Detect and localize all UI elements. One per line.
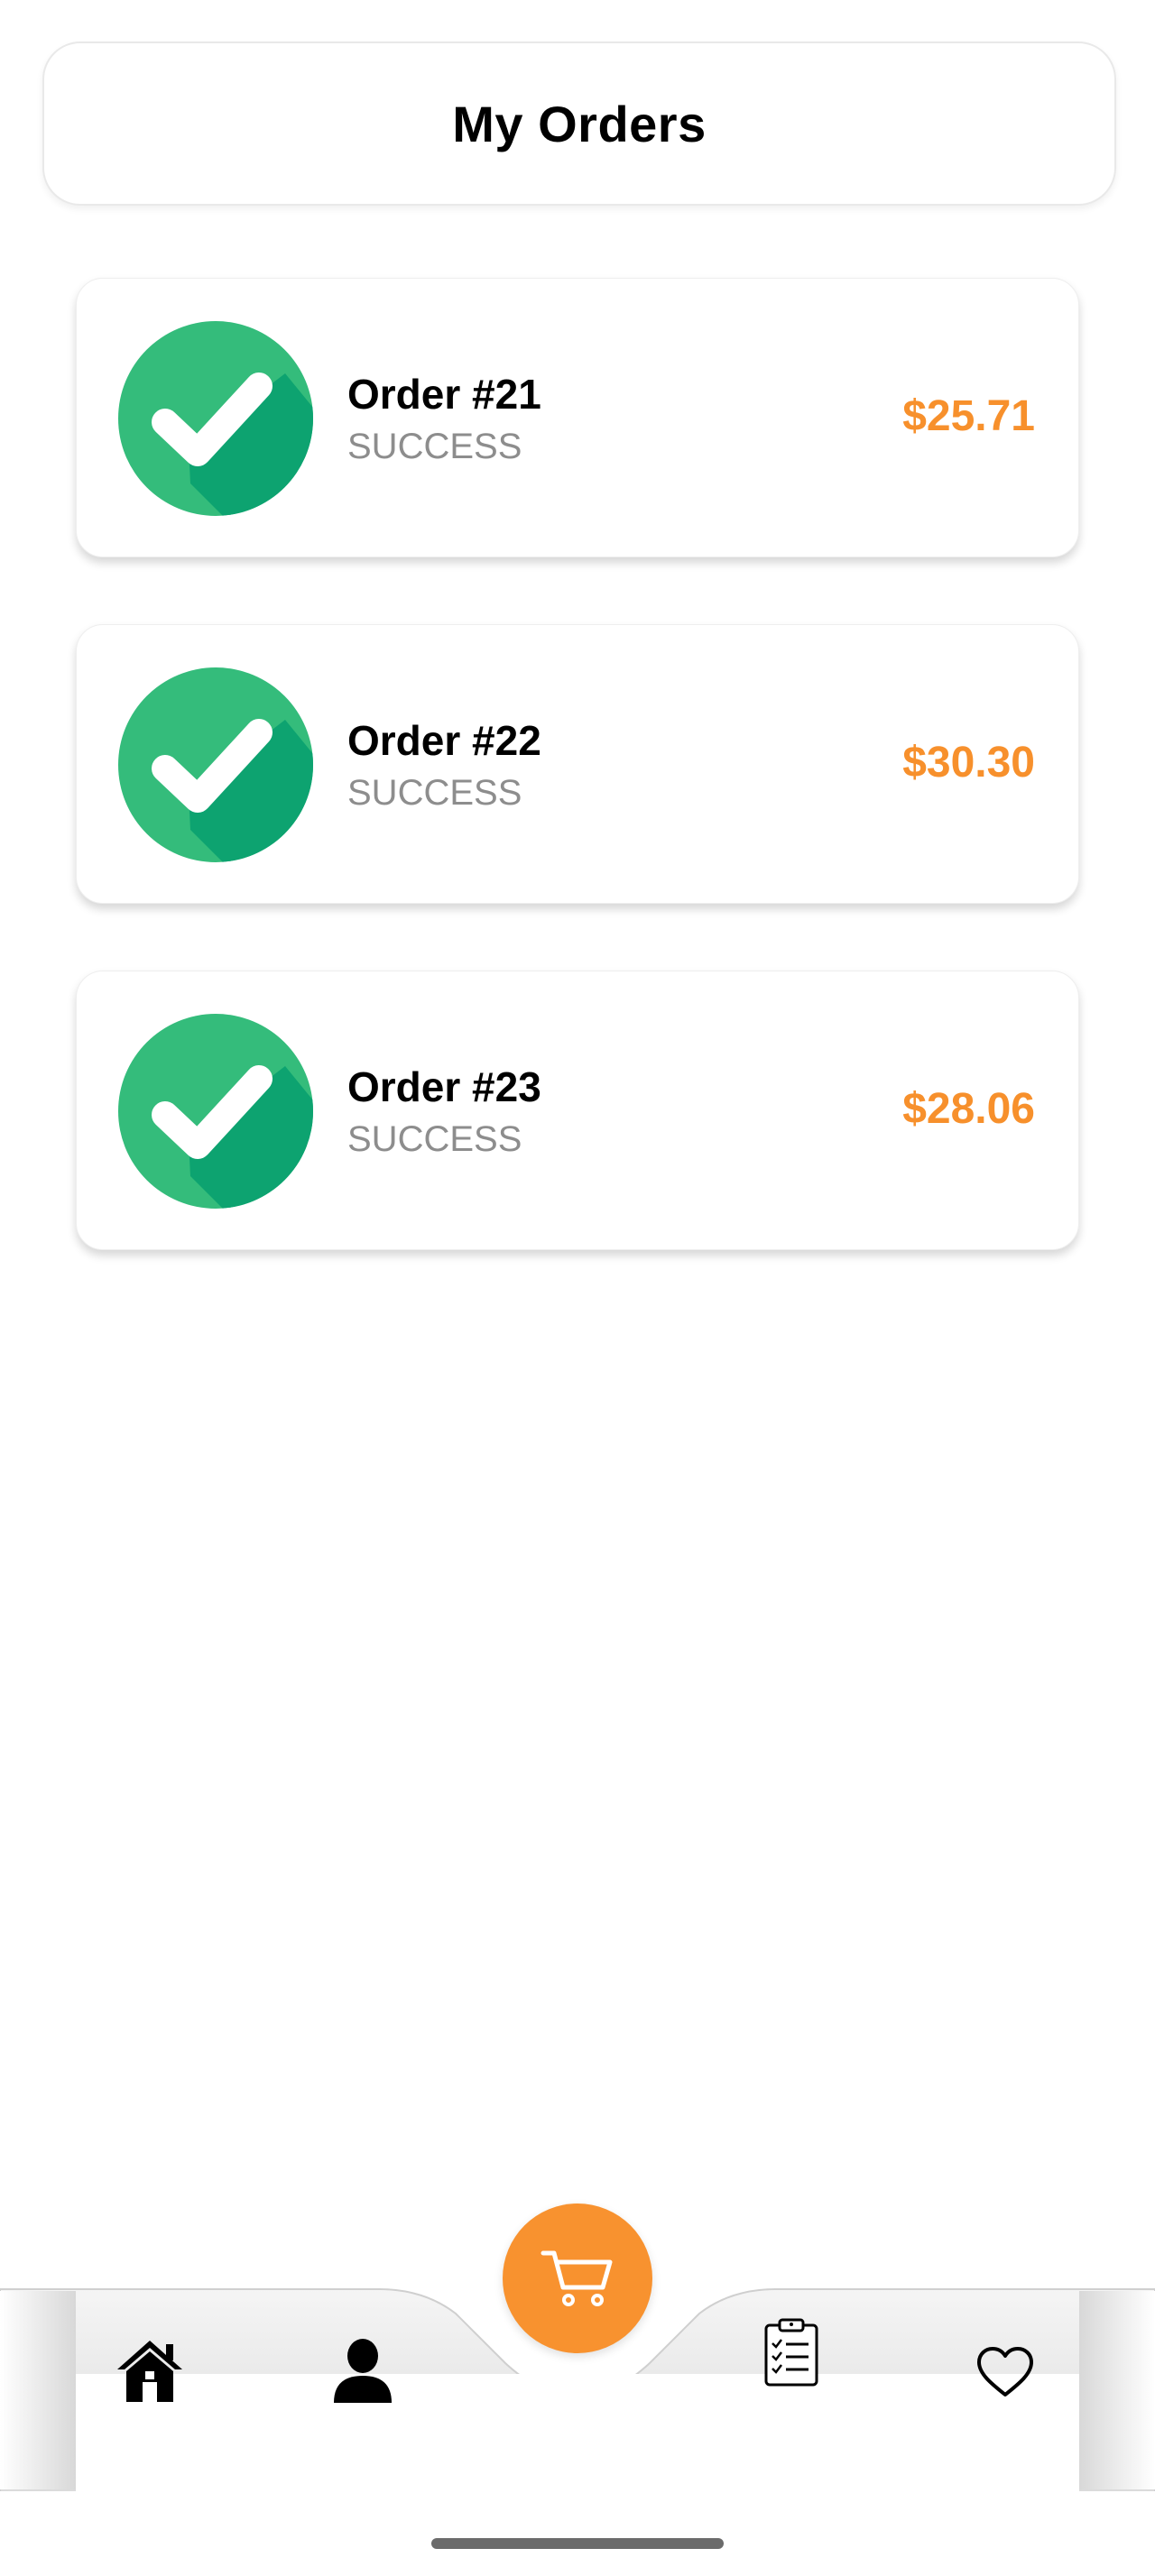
order-number: Order #22 [347, 717, 541, 764]
user-icon [334, 2339, 392, 2403]
order-info: Order #22 SUCCESS [347, 715, 541, 816]
success-check-icon [118, 667, 313, 862]
clipboard-list-icon [764, 2318, 818, 2387]
order-card[interactable]: Order #23 SUCCESS $28.06 [76, 971, 1079, 1250]
nav-favorites[interactable] [973, 2343, 1038, 2401]
cart-icon [541, 2250, 613, 2306]
nav-orders[interactable] [760, 2314, 823, 2390]
order-info: Order #21 SUCCESS [347, 369, 541, 470]
order-status: SUCCESS [347, 1119, 522, 1159]
order-price: $30.30 [902, 739, 1035, 787]
header-bar: My Orders [42, 41, 1116, 206]
heart-icon [977, 2347, 1033, 2397]
order-number: Order #21 [347, 371, 541, 418]
order-status: SUCCESS [347, 773, 522, 813]
home-icon [117, 2341, 182, 2402]
order-card[interactable]: Order #22 SUCCESS $30.30 [76, 624, 1079, 904]
order-status: SUCCESS [347, 427, 522, 466]
page-title: My Orders [452, 95, 707, 152]
my-orders-screen: My Orders Order #21 SUCCESS $25.71 Order… [0, 0, 1155, 2576]
nav-home[interactable] [114, 2334, 186, 2406]
cart-button[interactable] [503, 2203, 652, 2353]
order-card[interactable]: Order #21 SUCCESS $25.71 [76, 278, 1079, 557]
order-number: Order #23 [347, 1063, 541, 1110]
order-info: Order #23 SUCCESS [347, 1062, 541, 1163]
order-price: $28.06 [902, 1085, 1035, 1133]
nav-profile[interactable] [327, 2336, 399, 2405]
order-price: $25.71 [902, 392, 1035, 440]
success-check-icon [118, 321, 313, 516]
home-indicator[interactable] [431, 2538, 724, 2549]
success-check-icon [118, 1014, 313, 1209]
